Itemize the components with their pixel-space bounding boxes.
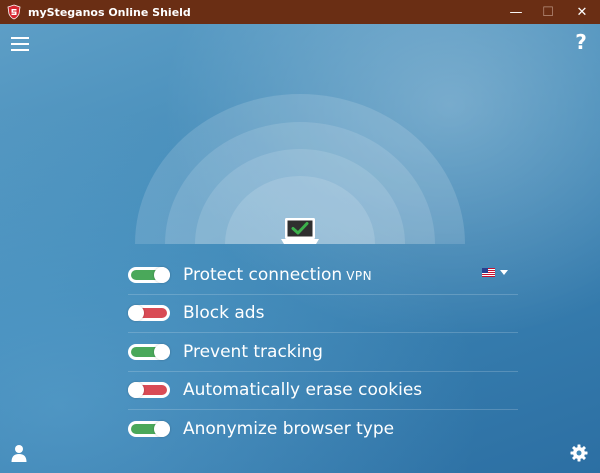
vpn-location-dropdown[interactable] [482, 268, 508, 277]
erase-cookies-toggle[interactable] [128, 382, 170, 399]
option-protect-connection: Protect connection VPN [128, 256, 518, 295]
help-button[interactable]: ? [572, 30, 590, 54]
option-block-ads: Block ads [128, 295, 518, 333]
hamburger-menu-icon[interactable] [11, 37, 29, 51]
option-label: Prevent tracking [183, 341, 323, 362]
option-label: Block ads [183, 303, 265, 324]
option-label: Protect connection VPN [183, 264, 373, 285]
window-title: mySteganos Online Shield [28, 5, 191, 19]
vpn-label: VPN [346, 268, 373, 283]
option-label: Anonymize browser type [183, 418, 395, 439]
monitor-check-icon [281, 218, 319, 244]
option-erase-cookies: Automatically erase cookies [128, 372, 518, 410]
prevent-tracking-toggle[interactable] [128, 343, 170, 360]
close-button[interactable]: ✕ [566, 0, 598, 24]
app-window: mySteganos Online Shield — ☐ ✕ ? Protect… [0, 0, 600, 473]
option-label: Automatically erase cookies [183, 380, 423, 401]
option-anonymize-browser: Anonymize browser type [128, 410, 518, 448]
protect-connection-toggle[interactable] [128, 266, 170, 283]
anonymize-browser-toggle[interactable] [128, 420, 170, 437]
gear-icon[interactable] [570, 444, 588, 462]
option-prevent-tracking: Prevent tracking [128, 333, 518, 372]
user-icon[interactable] [10, 444, 28, 462]
protection-options-list: Protect connection VPN Block ads Prevent… [128, 256, 518, 448]
minimize-button[interactable]: — [500, 0, 532, 24]
us-flag-icon [482, 268, 495, 277]
block-ads-toggle[interactable] [128, 305, 170, 322]
steganos-shield-icon [7, 4, 21, 20]
main-panel: ? Protect connection VPN Block ads Preve… [0, 24, 600, 473]
maximize-button[interactable]: ☐ [532, 0, 564, 24]
chevron-down-icon [500, 270, 508, 275]
title-bar: mySteganos Online Shield — ☐ ✕ [0, 0, 600, 24]
